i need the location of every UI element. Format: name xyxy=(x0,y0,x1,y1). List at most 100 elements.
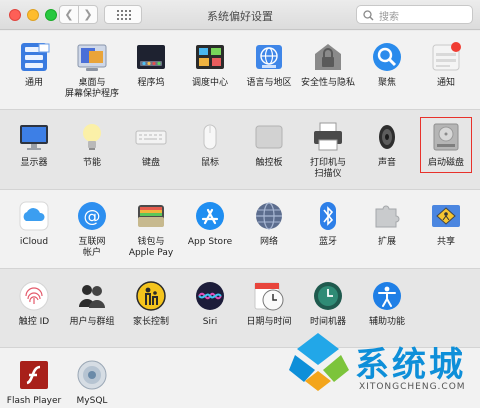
pref-label: 日期与时间 xyxy=(246,317,292,327)
pref-sound[interactable]: 声音 xyxy=(357,120,417,169)
extensions-icon xyxy=(375,205,400,228)
trackpad-icon xyxy=(255,125,283,149)
pref-bluetooth[interactable]: 蓝牙 xyxy=(298,199,358,248)
sound-icon xyxy=(379,125,395,149)
flash-player-icon xyxy=(20,361,48,389)
pref-security-privacy[interactable]: 安全性与隐私 xyxy=(298,40,358,89)
mouse-icon xyxy=(203,124,217,150)
desktop-screensaver-icon xyxy=(77,44,107,71)
pref-label: 触控 ID xyxy=(18,317,50,327)
close-window-button[interactable] xyxy=(9,9,21,21)
users-groups-icon xyxy=(79,285,105,308)
pref-label: 语言与地区 xyxy=(246,78,292,88)
pref-date-time[interactable]: 日期与时间 xyxy=(239,279,299,328)
pref-label: 安全性与隐私 xyxy=(300,78,355,88)
pref-label: 程序坞 xyxy=(137,78,165,88)
dock-icon xyxy=(137,45,165,69)
grid-icon xyxy=(117,10,131,20)
icloud-icon xyxy=(19,201,49,231)
pref-label: 家长控制 xyxy=(132,317,169,327)
general-icon xyxy=(21,43,50,71)
pref-label: 节能 xyxy=(82,158,101,168)
search-input[interactable]: 搜索 xyxy=(356,5,473,24)
watermark-logo xyxy=(289,333,349,391)
back-button[interactable]: ❮ xyxy=(59,5,79,24)
pref-siri[interactable]: Siri xyxy=(180,279,240,328)
selection-highlight xyxy=(420,117,472,173)
language-region-icon xyxy=(256,45,282,69)
pref-desktop-screensaver[interactable]: 桌面与 屏幕保护程序 xyxy=(62,40,122,100)
pref-label: 桌面与 屏幕保护程序 xyxy=(64,78,119,99)
keyboard-icon xyxy=(135,130,167,145)
pref-label: 钱包与 Apple Pay xyxy=(128,237,174,258)
pref-label: iCloud xyxy=(19,237,49,247)
pref-energy-saver[interactable]: 节能 xyxy=(62,120,122,169)
show-all-button[interactable] xyxy=(104,5,142,24)
pref-label: 通用 xyxy=(24,78,43,88)
pref-wallet-applepay[interactable]: 钱包与 Apple Pay xyxy=(121,199,181,259)
pref-displays[interactable]: 显示器 xyxy=(4,120,64,169)
pref-label: 调度中心 xyxy=(191,78,228,88)
minimize-window-button[interactable] xyxy=(27,9,39,21)
chevron-right-icon: ❯ xyxy=(83,8,93,21)
pref-label: 网络 xyxy=(259,237,278,247)
sharing-icon xyxy=(432,205,460,227)
search-icon xyxy=(363,10,374,21)
pref-label: 辅助功能 xyxy=(368,317,405,327)
date-time-icon xyxy=(254,282,284,311)
pref-language-region[interactable]: 语言与地区 xyxy=(239,40,299,89)
pref-label: 通知 xyxy=(436,78,455,88)
pref-label: Siri xyxy=(202,317,218,327)
pref-mysql[interactable]: MySQL xyxy=(62,358,122,407)
pref-label: 用户与群组 xyxy=(69,317,115,327)
spotlight-icon xyxy=(373,43,401,71)
pref-label: 时间机器 xyxy=(309,317,346,327)
pref-extensions[interactable]: 扩展 xyxy=(357,199,417,248)
security-privacy-icon xyxy=(315,44,341,70)
pref-printers-scanners[interactable]: 打印机与 扫描仪 xyxy=(298,120,358,180)
search-placeholder: 搜索 xyxy=(379,12,399,23)
forward-button[interactable]: ❯ xyxy=(78,5,98,24)
pref-dock[interactable]: 程序坞 xyxy=(121,40,181,89)
time-machine-icon xyxy=(314,282,342,310)
pref-label: App Store xyxy=(187,237,233,247)
pref-keyboard[interactable]: 键盘 xyxy=(121,120,181,169)
pref-general[interactable]: 通用 xyxy=(4,40,64,89)
chevron-left-icon: ❮ xyxy=(64,8,74,21)
pref-app-store[interactable]: App Store xyxy=(180,199,240,248)
pref-users-groups[interactable]: 用户与群组 xyxy=(62,279,122,328)
wallet-applepay-icon xyxy=(138,205,164,227)
pref-time-machine[interactable]: 时间机器 xyxy=(298,279,358,328)
energy-saver-icon xyxy=(83,124,101,150)
printers-scanners-icon xyxy=(314,122,342,151)
watermark: 系统城 XITONGCHENG.COM xyxy=(287,331,477,405)
pref-label: Flash Player xyxy=(6,396,62,406)
watermark-title: 系统城 xyxy=(355,345,466,385)
notifications-icon xyxy=(432,42,461,71)
pref-label: 打印机与 扫描仪 xyxy=(309,158,346,179)
app-store-icon xyxy=(196,202,224,230)
pref-touch-id[interactable]: 触控 ID xyxy=(4,279,64,328)
pref-flash-player[interactable]: Flash Player xyxy=(4,358,64,407)
pref-icloud[interactable]: iCloud xyxy=(4,199,64,248)
network-icon xyxy=(256,202,282,230)
mission-control-icon xyxy=(196,45,224,69)
pref-notifications[interactable]: 通知 xyxy=(416,40,476,89)
pref-accessibility[interactable]: 辅助功能 xyxy=(357,279,417,328)
pref-label: 共享 xyxy=(436,237,455,247)
bluetooth-icon xyxy=(320,202,336,230)
title-bar: ❮ ❯ 系统偏好设置 搜索 xyxy=(0,0,480,30)
maximize-window-button[interactable] xyxy=(45,9,57,21)
pref-trackpad[interactable]: 触控板 xyxy=(239,120,299,169)
pref-label: 蓝牙 xyxy=(318,237,337,247)
pref-sharing[interactable]: 共享 xyxy=(416,199,476,248)
pref-internet-accounts[interactable]: @ 互联网 帐户 xyxy=(62,199,122,259)
pref-spotlight[interactable]: 聚焦 xyxy=(357,40,417,89)
pref-mouse[interactable]: 鼠标 xyxy=(180,120,240,169)
pref-label: 鼠标 xyxy=(200,158,219,168)
mysql-icon xyxy=(77,360,107,390)
pref-label: 互联网 帐户 xyxy=(78,237,106,258)
pref-parental-controls[interactable]: 家长控制 xyxy=(121,279,181,328)
pref-mission-control[interactable]: 调度中心 xyxy=(180,40,240,89)
pref-network[interactable]: 网络 xyxy=(239,199,299,248)
